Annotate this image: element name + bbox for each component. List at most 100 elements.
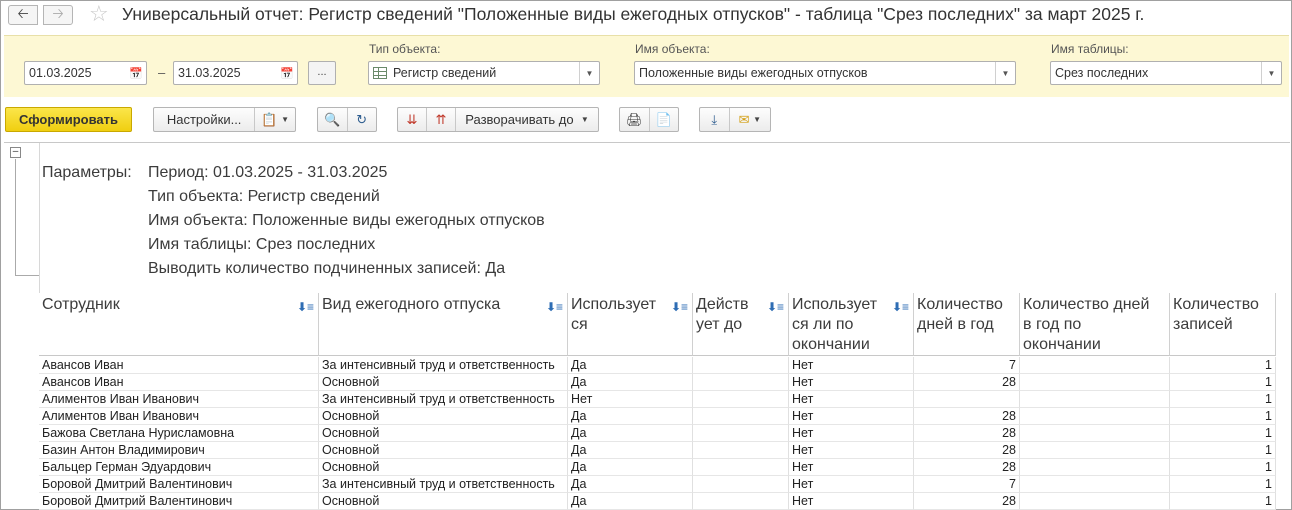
- collapse-group-toggle[interactable]: –: [10, 147, 21, 158]
- print-button[interactable]: 🖨: [620, 108, 650, 131]
- cell-used-at-end[interactable]: Нет: [789, 493, 914, 510]
- chevron-down-icon[interactable]: ▼: [995, 62, 1015, 84]
- table-name-select[interactable]: Срез последних ▼: [1050, 61, 1282, 85]
- cell-used-at-end[interactable]: Нет: [789, 391, 914, 408]
- cell-used-at-end[interactable]: Нет: [789, 357, 914, 374]
- sort-icon[interactable]: ⬇≡: [767, 297, 784, 317]
- send-email-button[interactable]: ✉ ▼: [730, 108, 770, 131]
- cell-days-at-end[interactable]: [1020, 391, 1170, 408]
- cell-used[interactable]: Да: [568, 442, 693, 459]
- save-button[interactable]: ⤓: [700, 108, 730, 131]
- favorite-star-icon[interactable]: ☆: [89, 3, 109, 25]
- column-header-record-count[interactable]: Количество записей: [1170, 293, 1276, 356]
- cell-used-at-end[interactable]: Нет: [789, 408, 914, 425]
- cell-used-at-end[interactable]: Нет: [789, 374, 914, 391]
- cell-vacation-kind[interactable]: Основной: [319, 408, 568, 425]
- cell-record-count[interactable]: 1: [1170, 425, 1276, 442]
- column-header-days-at-end[interactable]: Количество дней в год по окончании: [1020, 293, 1170, 356]
- period-select-button[interactable]: ...: [308, 61, 336, 85]
- cell-days-at-end[interactable]: [1020, 357, 1170, 374]
- cell-days-per-year[interactable]: 28: [914, 459, 1020, 476]
- find-next-button[interactable]: ↻: [348, 108, 377, 131]
- cell-valid-until[interactable]: [693, 442, 789, 459]
- sort-icon[interactable]: ⬇≡: [546, 297, 563, 317]
- cell-employee[interactable]: Боровой Дмитрий Валентинович: [39, 476, 319, 493]
- cell-valid-until[interactable]: [693, 425, 789, 442]
- chevron-down-icon[interactable]: ▼: [1261, 62, 1281, 84]
- cell-days-at-end[interactable]: [1020, 442, 1170, 459]
- cell-record-count[interactable]: 1: [1170, 459, 1276, 476]
- cell-record-count[interactable]: 1: [1170, 391, 1276, 408]
- cell-vacation-kind[interactable]: Основной: [319, 425, 568, 442]
- cell-days-at-end[interactable]: [1020, 374, 1170, 391]
- cell-valid-until[interactable]: [693, 493, 789, 510]
- cell-record-count[interactable]: 1: [1170, 408, 1276, 425]
- column-header-valid-until[interactable]: Действ ует до ⬇≡: [693, 293, 789, 356]
- cell-days-per-year[interactable]: 28: [914, 374, 1020, 391]
- table-row[interactable]: Базин Антон Владимирович Основной Да Нет 28 1: [39, 442, 1276, 459]
- column-header-used-at-end[interactable]: Использует ся ли по окончании ⬇≡: [789, 293, 914, 356]
- cell-record-count[interactable]: 1: [1170, 493, 1276, 510]
- table-row[interactable]: Алиментов Иван Иванович Основной Да Нет 28 1: [39, 408, 1276, 425]
- sort-icon[interactable]: ⬇≡: [892, 297, 909, 317]
- cell-vacation-kind[interactable]: Основной: [319, 493, 568, 510]
- column-header-used[interactable]: Использует ся ⬇≡: [568, 293, 693, 356]
- cell-employee[interactable]: Алиментов Иван Иванович: [39, 408, 319, 425]
- back-button[interactable]: 🡠: [8, 5, 38, 25]
- cell-employee[interactable]: Боровой Дмитрий Валентинович: [39, 493, 319, 510]
- table-row[interactable]: Авансов Иван Основной Да Нет 28 1: [39, 374, 1276, 391]
- cell-employee[interactable]: Базин Антон Владимирович: [39, 442, 319, 459]
- cell-days-per-year[interactable]: 28: [914, 408, 1020, 425]
- cell-used-at-end[interactable]: Нет: [789, 476, 914, 493]
- cell-days-at-end[interactable]: [1020, 459, 1170, 476]
- date-to-field[interactable]: 31.03.2025 📅: [173, 61, 298, 85]
- cell-vacation-kind[interactable]: Основной: [319, 442, 568, 459]
- cell-days-per-year[interactable]: 28: [914, 442, 1020, 459]
- cell-days-per-year[interactable]: 28: [914, 425, 1020, 442]
- calendar-icon[interactable]: 📅: [277, 62, 297, 84]
- object-type-select[interactable]: Регистр сведений ▼: [368, 61, 600, 85]
- table-row[interactable]: Боровой Дмитрий Валентинович За интенсивн…: [39, 476, 1276, 493]
- cell-record-count[interactable]: 1: [1170, 442, 1276, 459]
- cell-valid-until[interactable]: [693, 391, 789, 408]
- cell-used[interactable]: Да: [568, 357, 693, 374]
- column-header-vacation-kind[interactable]: Вид ежегодного отпуска ⬇≡: [319, 293, 568, 356]
- cell-record-count[interactable]: 1: [1170, 374, 1276, 391]
- table-row[interactable]: Бальцер Герман Эдуардович Основной Да Нет 28…: [39, 459, 1276, 476]
- cell-days-at-end[interactable]: [1020, 408, 1170, 425]
- generate-button[interactable]: Сформировать: [5, 107, 132, 132]
- cell-days-at-end[interactable]: [1020, 425, 1170, 442]
- object-name-select[interactable]: Положенные виды ежегодных отпусков ▼: [634, 61, 1016, 85]
- cell-record-count[interactable]: 1: [1170, 476, 1276, 493]
- cell-vacation-kind[interactable]: За интенсивный труд и ответственность: [319, 476, 568, 493]
- report-area[interactable]: – Параметры: Период: 01.03.2025 - 31.03.…: [4, 142, 1290, 510]
- cell-valid-until[interactable]: [693, 459, 789, 476]
- table-row[interactable]: Бажова Светлана Нурисламовна Основной Да Не…: [39, 425, 1276, 442]
- forward-button[interactable]: 🡢: [43, 5, 73, 25]
- cell-days-per-year[interactable]: [914, 391, 1020, 408]
- date-from-field[interactable]: 01.03.2025 📅: [24, 61, 147, 85]
- cell-valid-until[interactable]: [693, 374, 789, 391]
- cell-used-at-end[interactable]: Нет: [789, 425, 914, 442]
- cell-vacation-kind[interactable]: Основной: [319, 374, 568, 391]
- cell-days-at-end[interactable]: [1020, 493, 1170, 510]
- cell-used[interactable]: Да: [568, 493, 693, 510]
- expand-to-dropdown[interactable]: Разворачивать до ▼: [456, 108, 598, 131]
- cell-valid-until[interactable]: [693, 408, 789, 425]
- cell-employee[interactable]: Бажова Светлана Нурисламовна: [39, 425, 319, 442]
- cell-days-per-year[interactable]: 7: [914, 357, 1020, 374]
- cell-days-per-year[interactable]: 28: [914, 493, 1020, 510]
- cell-employee[interactable]: Алиментов Иван Иванович: [39, 391, 319, 408]
- cell-used[interactable]: Да: [568, 408, 693, 425]
- settings-button[interactable]: Настройки...: [154, 108, 256, 131]
- find-button[interactable]: 🔍: [318, 108, 348, 131]
- cell-days-at-end[interactable]: [1020, 476, 1170, 493]
- cell-vacation-kind[interactable]: Основной: [319, 459, 568, 476]
- cell-days-per-year[interactable]: 7: [914, 476, 1020, 493]
- cell-employee[interactable]: Авансов Иван: [39, 374, 319, 391]
- sort-icon[interactable]: ⬇≡: [297, 297, 314, 317]
- cell-used[interactable]: Да: [568, 374, 693, 391]
- cell-used-at-end[interactable]: Нет: [789, 459, 914, 476]
- cell-vacation-kind[interactable]: За интенсивный труд и ответственность: [319, 391, 568, 408]
- table-row[interactable]: Боровой Дмитрий Валентинович Основной Да Не…: [39, 493, 1276, 510]
